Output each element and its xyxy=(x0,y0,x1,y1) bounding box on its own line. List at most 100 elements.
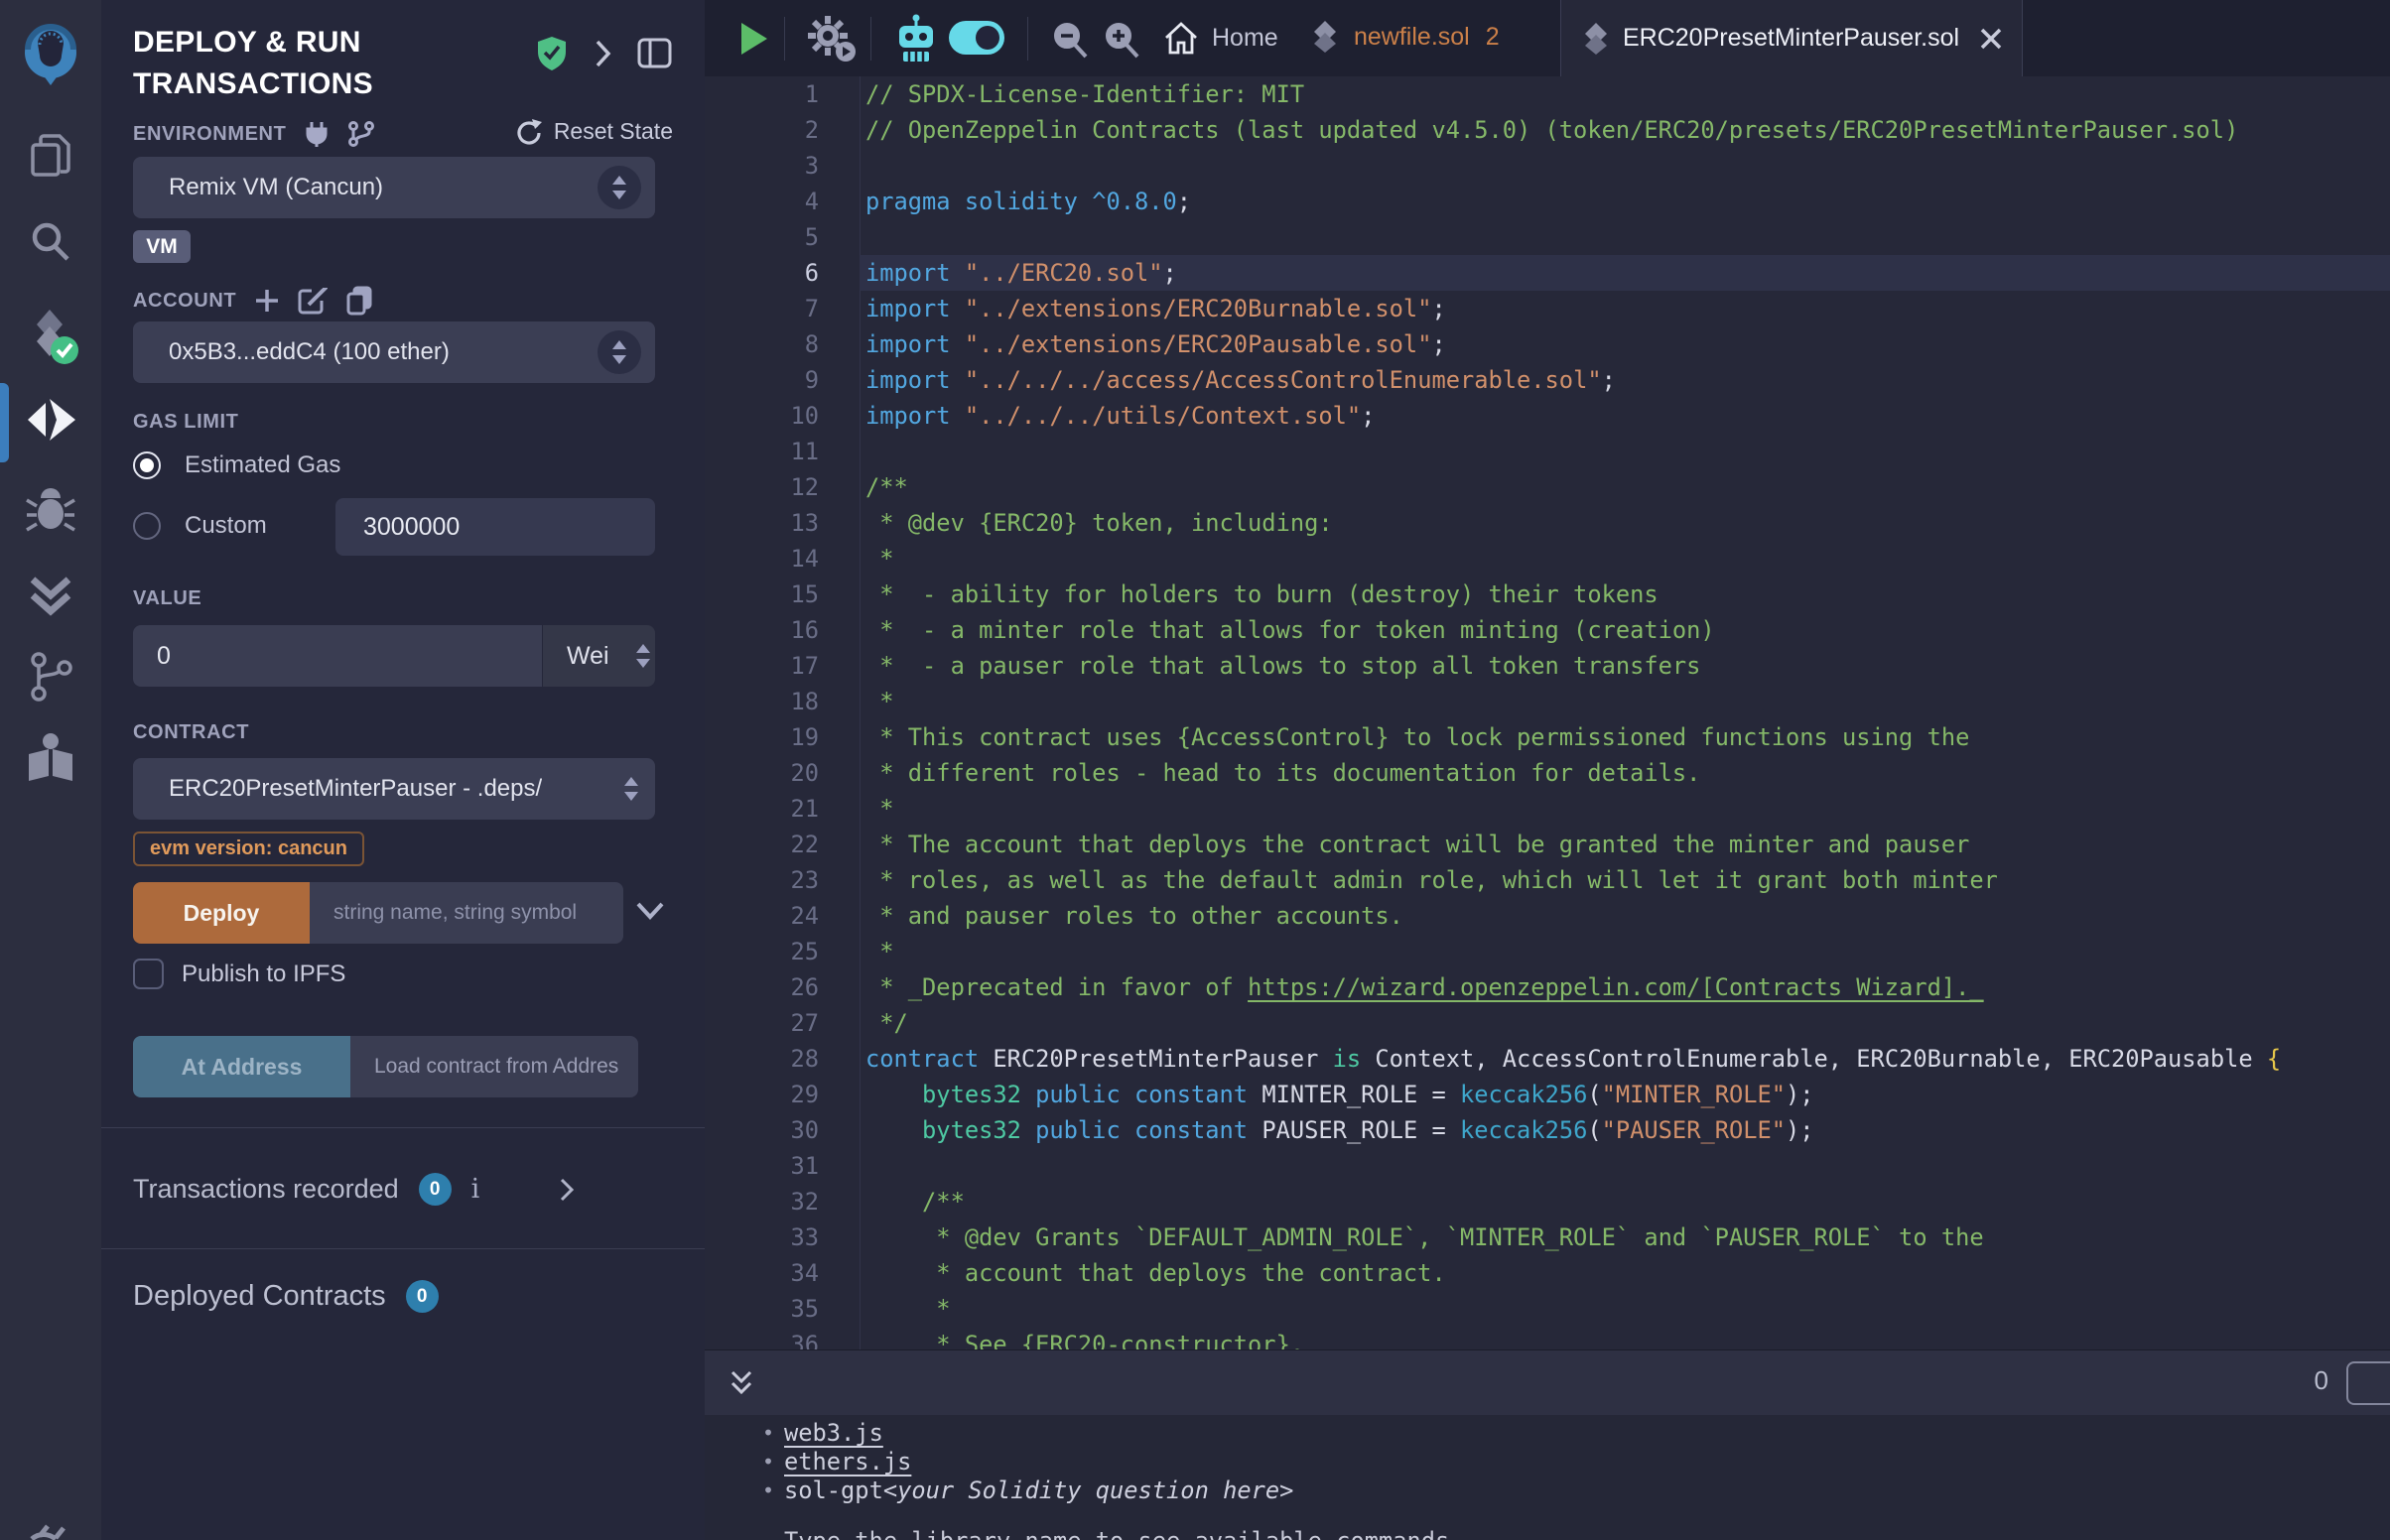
transactions-expand-icon[interactable] xyxy=(559,1177,575,1203)
code-line-31[interactable]: 31 xyxy=(705,1148,2390,1184)
remix-logo-icon[interactable] xyxy=(0,20,101,89)
unit-testing-icon[interactable] xyxy=(0,572,101,617)
environment-select[interactable]: Remix VM (Cancun) xyxy=(133,157,655,218)
file-explorer-icon[interactable] xyxy=(0,131,101,183)
code-line-5[interactable]: 5 xyxy=(705,219,2390,255)
git-icon[interactable] xyxy=(0,651,101,703)
code-line-1[interactable]: 1// SPDX-License-Identifier: MIT xyxy=(705,76,2390,112)
terminal-content[interactable]: •web3.js•ethers.js•sol-gpt <your Solidit… xyxy=(705,1415,2390,1540)
code-line-15[interactable]: 15 * - ability for holders to burn (dest… xyxy=(705,577,2390,612)
code-line-2[interactable]: 2// OpenZeppelin Contracts (last updated… xyxy=(705,112,2390,148)
zoom-in-icon[interactable] xyxy=(1102,20,1141,60)
code-line-33[interactable]: 33 * @dev Grants `DEFAULT_ADMIN_ROLE`, `… xyxy=(705,1219,2390,1255)
value-unit-select[interactable]: Wei xyxy=(543,625,655,687)
debugger-icon[interactable] xyxy=(0,484,101,536)
custom-gas-input[interactable] xyxy=(335,498,655,556)
code-line-11[interactable]: 11 xyxy=(705,434,2390,469)
code-line-22[interactable]: 22 * The account that deploys the contra… xyxy=(705,827,2390,862)
contract-select[interactable]: ERC20PresetMinterPauser - .deps/ xyxy=(133,758,655,820)
terminal-bar[interactable]: 0 xyxy=(705,1349,2390,1415)
code-line-23[interactable]: 23 * roles, as well as the default admin… xyxy=(705,862,2390,898)
code-line-21[interactable]: 21 * xyxy=(705,791,2390,827)
code-line-17[interactable]: 17 * - a pauser role that allows to stop… xyxy=(705,648,2390,684)
code-line-9[interactable]: 9import "../../../access/AccessControlEn… xyxy=(705,362,2390,398)
reset-state-button[interactable]: Reset State xyxy=(514,117,673,145)
code-editor[interactable]: 1// SPDX-License-Identifier: MIT2// Open… xyxy=(705,76,2390,1349)
account-select[interactable]: 0x5B3...eddC4 (100 ether) xyxy=(133,321,655,383)
terminal-hint: Type the library name to see available c… xyxy=(784,1526,1464,1540)
code-line-20[interactable]: 20 * different roles - head to its docum… xyxy=(705,755,2390,791)
deploy-and-run-icon[interactable] xyxy=(0,395,101,445)
ai-copilot-toggle[interactable] xyxy=(949,21,1004,55)
value-input[interactable] xyxy=(133,625,542,687)
script-config-gear-icon[interactable] xyxy=(806,14,858,64)
code-line-24[interactable]: 24 * and pauser roles to other accounts. xyxy=(705,898,2390,934)
code-line-16[interactable]: 16 * - a minter role that allows for tok… xyxy=(705,612,2390,648)
at-address-button[interactable]: At Address xyxy=(133,1036,350,1097)
sign-message-icon[interactable] xyxy=(298,286,328,316)
code-line-19[interactable]: 19 * This contract uses {AccessControl} … xyxy=(705,719,2390,755)
tab-home[interactable]: Home xyxy=(1163,20,1278,56)
add-account-icon[interactable] xyxy=(254,288,280,314)
code-line-34[interactable]: 34 * account that deploys the contract. xyxy=(705,1255,2390,1291)
code-line-13[interactable]: 13 * @dev {ERC20} token, including: xyxy=(705,505,2390,541)
publish-ipfs-checkbox[interactable] xyxy=(133,959,164,989)
terminal-search-box[interactable] xyxy=(2346,1361,2390,1405)
terminal-item[interactable]: •ethers.js xyxy=(762,1448,911,1476)
terminal-item[interactable]: •web3.js xyxy=(762,1419,883,1448)
code-line-7[interactable]: 7import "../extensions/ERC20Burnable.sol… xyxy=(705,291,2390,326)
zoom-out-icon[interactable] xyxy=(1050,20,1090,60)
at-address-input[interactable] xyxy=(350,1036,638,1097)
run-script-icon[interactable] xyxy=(739,22,769,56)
custom-gas-radio[interactable] xyxy=(133,512,161,540)
expand-constructor-icon[interactable] xyxy=(635,900,665,922)
code-line-3[interactable]: 3 xyxy=(705,148,2390,184)
code-line-35[interactable]: 35 * xyxy=(705,1291,2390,1327)
constructor-args-input[interactable] xyxy=(310,882,623,944)
code-line-28[interactable]: 28contract ERC20PresetMinterPauser is Co… xyxy=(705,1041,2390,1077)
pin-panel-icon[interactable] xyxy=(637,38,673,69)
shield-icon xyxy=(536,36,568,71)
line-number: 18 xyxy=(705,684,819,719)
info-icon: i xyxy=(471,1174,480,1205)
custom-gas-label: Custom xyxy=(185,512,267,540)
code-line-6[interactable]: 6import "../ERC20.sol"; xyxy=(705,255,2390,291)
plugin-manager-icon[interactable] xyxy=(0,1512,101,1540)
expand-panel-icon[interactable] xyxy=(594,39,611,68)
code-line-29[interactable]: 29 bytes32 public constant MINTER_ROLE =… xyxy=(705,1077,2390,1112)
deploy-button[interactable]: Deploy xyxy=(133,882,310,944)
close-tab-icon[interactable] xyxy=(1979,27,2003,51)
code-line-8[interactable]: 8import "../extensions/ERC20Pausable.sol… xyxy=(705,326,2390,362)
transactions-recorded-row[interactable]: Transactions recorded 0 i xyxy=(133,1173,655,1206)
estimated-gas-radio[interactable] xyxy=(133,451,161,479)
deployed-contracts-row: Deployed Contracts 0 xyxy=(133,1280,655,1313)
collapse-terminal-icon[interactable] xyxy=(729,1368,754,1398)
code-line-26[interactable]: 26 * _Deprecated in favor of https://wiz… xyxy=(705,969,2390,1005)
account-selected: 0x5B3...eddC4 (100 ether) xyxy=(169,338,450,366)
code-line-36[interactable]: 36 * See {ERC20-constructor}. xyxy=(705,1327,2390,1349)
code-line-32[interactable]: 32 /** xyxy=(705,1184,2390,1219)
deployed-count-badge: 0 xyxy=(406,1280,439,1313)
search-icon[interactable] xyxy=(0,216,101,266)
plug-icon[interactable] xyxy=(304,120,330,148)
fork-environment-icon[interactable] xyxy=(347,120,375,148)
learneth-icon[interactable] xyxy=(0,732,101,782)
terminal-listen-count: 0 xyxy=(2315,1365,2328,1396)
line-number: 34 xyxy=(705,1255,819,1291)
copy-account-icon[interactable] xyxy=(345,286,373,316)
code-line-27[interactable]: 27 */ xyxy=(705,1005,2390,1041)
solidity-compiler-icon[interactable] xyxy=(0,306,101,367)
editor-region: Home newfile.sol 2 ERC20PresetMinterPaus… xyxy=(705,0,2390,1540)
code-line-10[interactable]: 10import "../../../utils/Context.sol"; xyxy=(705,398,2390,434)
code-line-14[interactable]: 14 * xyxy=(705,541,2390,577)
code-line-30[interactable]: 30 bytes32 public constant PAUSER_ROLE =… xyxy=(705,1112,2390,1148)
code-line-12[interactable]: 12/** xyxy=(705,469,2390,505)
code-line-18[interactable]: 18 * xyxy=(705,684,2390,719)
transactions-recorded-label: Transactions recorded xyxy=(133,1174,399,1205)
line-number: 36 xyxy=(705,1327,819,1349)
tab-erc20presetminterpauser[interactable]: ERC20PresetMinterPauser.sol xyxy=(1560,0,2023,76)
code-line-4[interactable]: 4pragma solidity ^0.8.0; xyxy=(705,184,2390,219)
code-line-25[interactable]: 25 * xyxy=(705,934,2390,969)
tab-newfile[interactable]: newfile.sol 2 xyxy=(1312,20,1500,54)
line-number: 26 xyxy=(705,969,819,1005)
